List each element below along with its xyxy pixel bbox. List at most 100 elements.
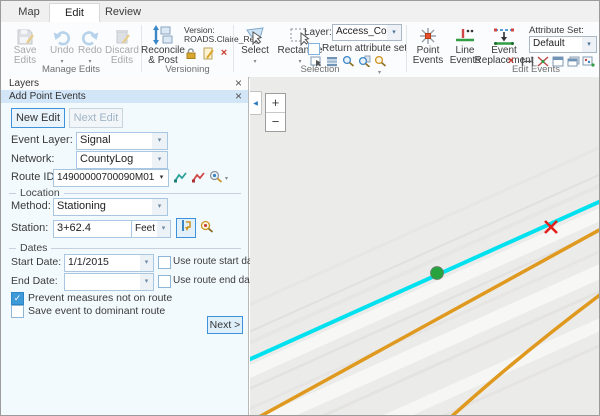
start-date-label: Start Date: [11, 256, 61, 268]
undo-label: Undo [50, 46, 74, 56]
discard-icon [113, 23, 131, 46]
attribute-set-dropdown-icon[interactable]: ▾ [582, 36, 597, 53]
save-dominant-label: Save event to dominant route [28, 305, 165, 317]
point-events-icon [417, 23, 439, 46]
use-route-end-date-checkbox[interactable] [158, 275, 171, 288]
return-attribute-set-checkbox[interactable] [308, 43, 320, 55]
layer-dropdown-icon[interactable]: ▾ [387, 24, 402, 41]
network-label: Network: [11, 153, 54, 165]
event-layer-combobox[interactable]: Signal [76, 132, 155, 150]
dates-separator: Dates [9, 242, 241, 254]
group-label-versioning: Versioning [142, 64, 233, 75]
route-invalid-icon[interactable] [191, 171, 205, 183]
map-graphics [250, 77, 599, 415]
route-zoom-icon[interactable] [209, 170, 223, 182]
discard-edits-label: Discard Edits [104, 46, 140, 66]
add-point-events-header: Add Point Events × [1, 90, 249, 103]
undo-icon [52, 23, 72, 46]
prevent-measures-label: Prevent measures not on route [28, 292, 172, 304]
pick-location-icon [180, 219, 192, 237]
select-label: Select [241, 46, 269, 56]
zoom-out-button[interactable]: − [266, 113, 285, 131]
save-edits-label: Save Edits [3, 46, 47, 66]
event-layer-dropdown-icon[interactable]: ▾ [152, 132, 168, 150]
start-date-input[interactable]: 1/1/2015 [64, 254, 143, 272]
check-icon: ✓ [14, 293, 22, 303]
collapse-arrow-icon: ◀ [253, 100, 258, 107]
add-point-events-close-icon[interactable]: × [235, 90, 242, 103]
station-label: Station: [11, 222, 48, 234]
station-unit-dropdown-icon[interactable]: ▾ [157, 220, 171, 238]
method-dropdown-icon[interactable]: ▾ [152, 198, 168, 216]
route-zoom-dropdown-icon[interactable]: ▾ [225, 175, 228, 182]
version-delete-icon[interactable]: × [217, 47, 231, 59]
redo-icon [80, 23, 100, 46]
reconcile-post-label: Reconcile & Post [141, 46, 185, 66]
layer-combobox[interactable]: Access_Control [332, 24, 389, 41]
end-date-dropdown-icon[interactable]: ▾ [140, 273, 154, 291]
use-route-end-date-label: Use route end date [173, 275, 258, 286]
next-button[interactable]: Next > [207, 316, 243, 334]
pick-location-button[interactable] [176, 218, 196, 238]
group-label-edit-events: Edit Events [481, 64, 591, 75]
zoom-in-button[interactable]: + [266, 94, 285, 112]
use-route-start-date-label: Use route start date [173, 256, 261, 267]
layers-panel-header: Layers × [1, 77, 249, 91]
add-point-events-title: Add Point Events [9, 90, 86, 103]
route-id-combobox[interactable]: 14900000700090M01 [53, 169, 157, 187]
event-replacement-icon [492, 23, 516, 46]
route-id-dropdown-icon[interactable]: ▾ [155, 169, 169, 187]
end-date-input[interactable] [64, 273, 143, 291]
reconcile-icon [152, 23, 174, 46]
group-label-selection: Selection [234, 64, 406, 75]
select-icon [244, 23, 266, 46]
network-dropdown-icon[interactable]: ▾ [152, 151, 168, 169]
station-zoom-icon[interactable] [200, 220, 214, 232]
undo-button[interactable]: Undo ▾ [49, 23, 75, 67]
method-combobox[interactable]: Stationing [53, 198, 155, 216]
point-events-button[interactable]: Point Events [409, 23, 447, 66]
save-icon [15, 23, 35, 46]
save-edits-button[interactable]: Save Edits [3, 23, 47, 66]
reconcile-post-button[interactable]: Reconcile & Post [144, 23, 182, 66]
version-edit-icon[interactable] [201, 47, 215, 59]
network-combobox[interactable]: CountyLog [76, 151, 155, 169]
point-event-marker[interactable] [431, 267, 444, 280]
prevent-measures-checkbox[interactable]: ✓ [11, 292, 24, 305]
use-route-start-date-checkbox[interactable] [158, 256, 171, 269]
version-lock-icon[interactable] [184, 47, 198, 59]
group-label-manage-edits: Manage Edits [1, 64, 141, 75]
attribute-set-combobox[interactable]: Default [529, 36, 584, 53]
map-zoom-control: + − [265, 93, 286, 132]
ribbon-tab-bar: Map Edit Review [1, 1, 599, 22]
save-dominant-checkbox[interactable] [11, 305, 24, 318]
dates-label: Dates [20, 242, 47, 254]
tab-review[interactable]: Review [98, 3, 148, 22]
redo-button[interactable]: Redo ▾ [77, 23, 103, 67]
start-date-dropdown-icon[interactable]: ▾ [140, 254, 154, 272]
map-canvas[interactable]: ◀ + − [250, 77, 599, 415]
tab-map[interactable]: Map [9, 3, 49, 22]
app-window: Map Edit Review Save Edits Undo ▾ Redo ▾ [0, 0, 600, 416]
return-attribute-set-label: Return attribute set [322, 43, 407, 54]
point-events-label: Point Events [409, 46, 447, 66]
route-select-on-map-icon[interactable] [173, 171, 187, 183]
collapse-panel-button[interactable]: ◀ [250, 91, 262, 115]
discard-edits-button[interactable]: Discard Edits [104, 23, 140, 66]
method-label: Method: [11, 200, 51, 212]
layer-label: Layer: [304, 27, 332, 38]
route-id-label: Route ID: [11, 171, 57, 183]
attribute-set-label: Attribute Set: [529, 25, 584, 36]
station-unit-combobox[interactable]: Feet [131, 220, 158, 238]
road-line-upper[interactable] [259, 229, 599, 415]
select-button[interactable]: Select ▾ [237, 23, 273, 67]
redo-label: Redo [78, 46, 102, 56]
ribbon: Save Edits Undo ▾ Redo ▾ Discard Edits M… [1, 22, 599, 78]
layers-panel-title: Layers [9, 77, 39, 90]
event-layer-label: Event Layer: [11, 134, 73, 146]
tab-edit[interactable]: Edit [49, 3, 100, 24]
station-input[interactable]: 3+62.4 [53, 220, 132, 238]
new-edit-button[interactable]: New Edit [11, 108, 65, 128]
end-date-label: End Date: [11, 275, 58, 287]
next-edit-button[interactable]: Next Edit [69, 108, 123, 128]
